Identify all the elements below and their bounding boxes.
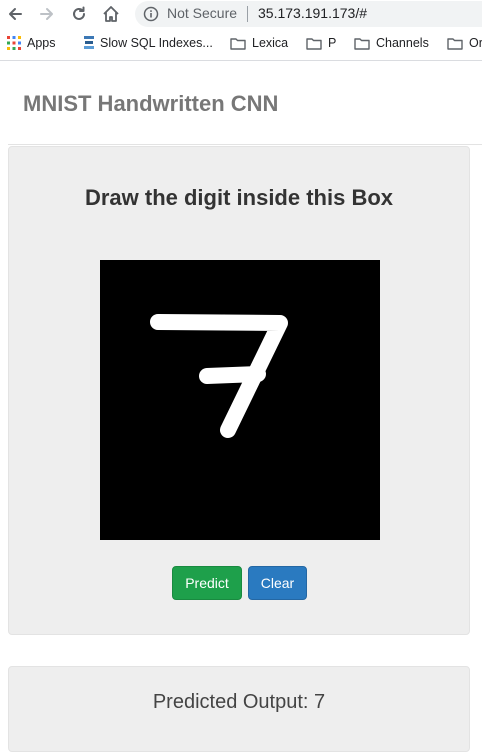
folder-icon (354, 37, 370, 50)
predict-button[interactable]: Predict (172, 566, 242, 600)
folder-icon (447, 37, 463, 50)
arrow-left-icon (9, 8, 22, 20)
bookmark-channels[interactable]: Channels (354, 36, 429, 50)
prediction-output: Predicted Output: 7 (9, 691, 469, 714)
prediction-label: Predicted Output: (152, 691, 309, 713)
arrow-right-icon (40, 8, 53, 20)
address-divider (247, 6, 248, 22)
navbar-brand[interactable]: MNIST Handwritten CNN (23, 91, 278, 117)
bookmark-label: Channels (376, 36, 429, 50)
browser-toolbar: Not Secure 35.173.191.173/# (0, 0, 482, 28)
reload-button[interactable] (66, 2, 92, 26)
navbar-divider (8, 144, 482, 145)
folder-icon (306, 37, 322, 50)
bookmark-lexica[interactable]: Lexica (230, 36, 288, 50)
drawing-panel: Draw the digit inside this Box Predict C… (8, 146, 470, 635)
security-status: Not Secure (167, 5, 238, 21)
reload-icon (73, 6, 85, 20)
address-bar[interactable]: Not Secure 35.173.191.173/# (135, 1, 482, 27)
bookmark-p[interactable]: P (306, 36, 336, 50)
bookmark-label: Or (469, 36, 482, 50)
clear-button[interactable]: Clear (248, 566, 307, 600)
digit-drawing (150, 314, 288, 438)
bookmark-label: Slow SQL Indexes... (100, 36, 213, 50)
info-icon[interactable] (143, 6, 159, 27)
url-text[interactable]: 35.173.191.173/# (258, 5, 367, 21)
bookmark-apps[interactable]: Apps (7, 36, 56, 50)
drawing-canvas[interactable] (100, 260, 380, 540)
bookmark-label: Apps (27, 36, 56, 50)
result-panel: Predicted Output: 7 (8, 666, 470, 752)
bookmarks-bar: Apps Slow SQL Indexes... Lexica P Channe… (0, 30, 482, 61)
bookmark-label: Lexica (252, 36, 289, 50)
home-icon (103, 6, 119, 22)
bookmark-label: P (328, 36, 337, 50)
apps-grid-icon (7, 36, 21, 50)
home-button[interactable] (98, 2, 124, 26)
folder-icon (230, 37, 246, 50)
forward-button[interactable] (34, 2, 60, 26)
bookmark-slow-sql[interactable]: Slow SQL Indexes... (84, 36, 213, 50)
back-button[interactable] (2, 2, 28, 26)
page-icon (84, 36, 94, 50)
prediction-value: 7 (314, 691, 326, 713)
panel-heading: Draw the digit inside this Box (84, 185, 394, 210)
bookmark-or[interactable]: Or (447, 36, 482, 50)
